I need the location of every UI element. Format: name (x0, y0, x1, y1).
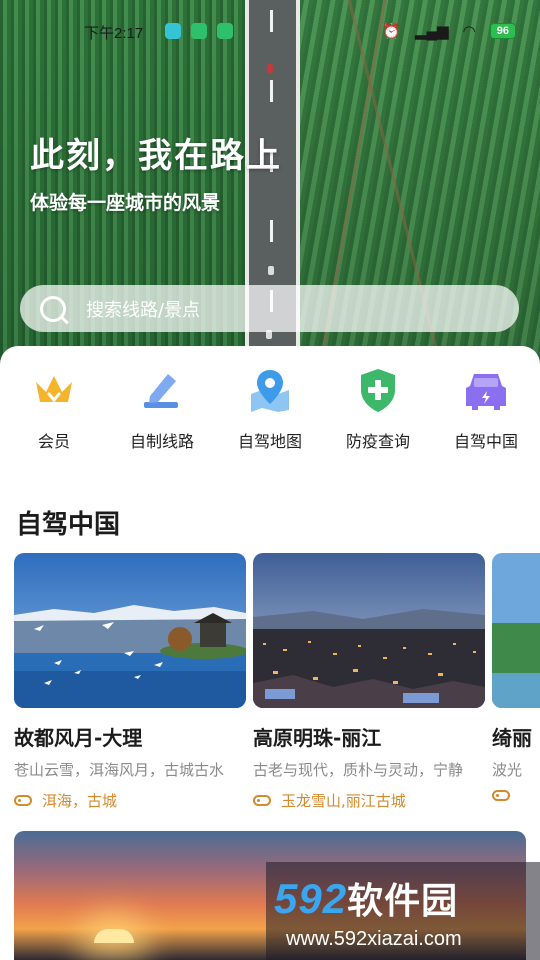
car (268, 266, 274, 275)
quick-label: 自驾中国 (453, 432, 518, 451)
card-title: 故都风月-大理 (14, 726, 143, 750)
road-dash (270, 220, 273, 242)
search-placeholder: 搜索线路/景点 (86, 299, 201, 321)
quick-label: 会员 (37, 432, 70, 451)
road-dash (270, 80, 273, 102)
card-title: 绮丽 (492, 726, 532, 750)
map-pin-icon (248, 368, 292, 412)
tag-icon (492, 790, 510, 801)
battery-icon: 96 (489, 23, 516, 39)
route-card-list: 故都风月-大理 苍山云雪，洱海风月，古城古水 洱海，古城 高原明珠-丽江 古老与… (0, 553, 540, 813)
signal-icon: ▂▄▆ (414, 23, 449, 40)
card-tags: 玉龙雪山,丽江古城 (253, 790, 485, 811)
quick-item-driving-map[interactable]: 自驾地图 (216, 368, 324, 452)
route-card[interactable]: 高原明珠-丽江 古老与现代，质朴与灵动，宁静 玉龙雪山,丽江古城 (253, 553, 485, 811)
sunset-sun (94, 929, 134, 943)
route-card[interactable]: 故都风月-大理 苍山云雪，洱海风月，古城古水 洱海，古城 (14, 553, 246, 811)
watermark: 592软件园 www.592xiazai.com (266, 862, 540, 960)
pencil-icon (140, 368, 184, 412)
tag-icon (14, 795, 32, 806)
card-tags-text: 玉龙雪山,丽江古城 (281, 792, 406, 810)
card-desc: 波光 (492, 761, 523, 779)
card-title: 高原明珠-丽江 (253, 726, 382, 750)
quick-item-epidemic-query[interactable]: 防疫查询 (324, 368, 432, 452)
quick-label: 防疫查询 (345, 432, 410, 451)
wechat-app-icon (217, 23, 233, 39)
watermark-logo-number: 592 (274, 875, 348, 922)
car (267, 64, 273, 73)
search-bar[interactable]: 搜索线路/景点 (20, 285, 519, 332)
search-icon (40, 295, 66, 322)
quick-label: 自制线路 (129, 432, 194, 451)
status-icons: ⏰ ▂▄▆ ◠ 96 (382, 22, 516, 40)
quick-label: 自驾地图 (237, 432, 302, 451)
card-tags-text: 洱海，古城 (42, 792, 118, 810)
quick-item-drive-china[interactable]: 自驾中国 (432, 368, 540, 452)
tag-icon (253, 795, 271, 806)
watermark-logo-text: 软件园 (347, 881, 459, 922)
watermark-url: www.592xiazai.com (286, 928, 462, 950)
card-desc: 古老与现代，质朴与灵动，宁静 (253, 761, 464, 779)
crown-icon (32, 368, 76, 412)
quick-item-custom-route[interactable]: 自制线路 (108, 368, 216, 452)
card-image-lijiang (253, 553, 485, 708)
alarm-icon: ⏰ (382, 23, 401, 40)
car-icon (464, 368, 508, 412)
card-tags: 洱海，古城 (14, 790, 246, 811)
quick-item-member[interactable]: 会员 (0, 368, 108, 452)
wechat-app-icon (191, 23, 207, 39)
card-tags (492, 790, 540, 801)
hero-banner: 下午2:17 ⏰ ▂▄▆ ◠ 96 此刻，我在路上 体验每一座城市的风景 搜索线… (0, 0, 540, 380)
hero-subtitle: 体验每一座城市的风景 (30, 192, 221, 214)
navigation-app-icon (165, 23, 181, 39)
hero-title: 此刻，我在路上 (30, 136, 282, 176)
route-card[interactable]: 绮丽 波光 (492, 553, 540, 801)
section-title: 自驾中国 (16, 510, 121, 540)
status-bar: 下午2:17 ⏰ ▂▄▆ ◠ 96 (0, 18, 540, 46)
card-desc: 苍山云雪，洱海风月，古城古水 (14, 761, 225, 779)
wifi-icon: ◠ (462, 23, 476, 40)
status-time: 下午2:17 (84, 25, 144, 42)
watermark-logo: 592软件园 (274, 872, 458, 924)
shield-plus-icon (356, 368, 400, 412)
quick-menu: 会员 自制线路 自驾地图 防疫查询 自驾中国 (0, 368, 540, 463)
card-image-dali (14, 553, 246, 708)
card-image-third (492, 553, 540, 708)
